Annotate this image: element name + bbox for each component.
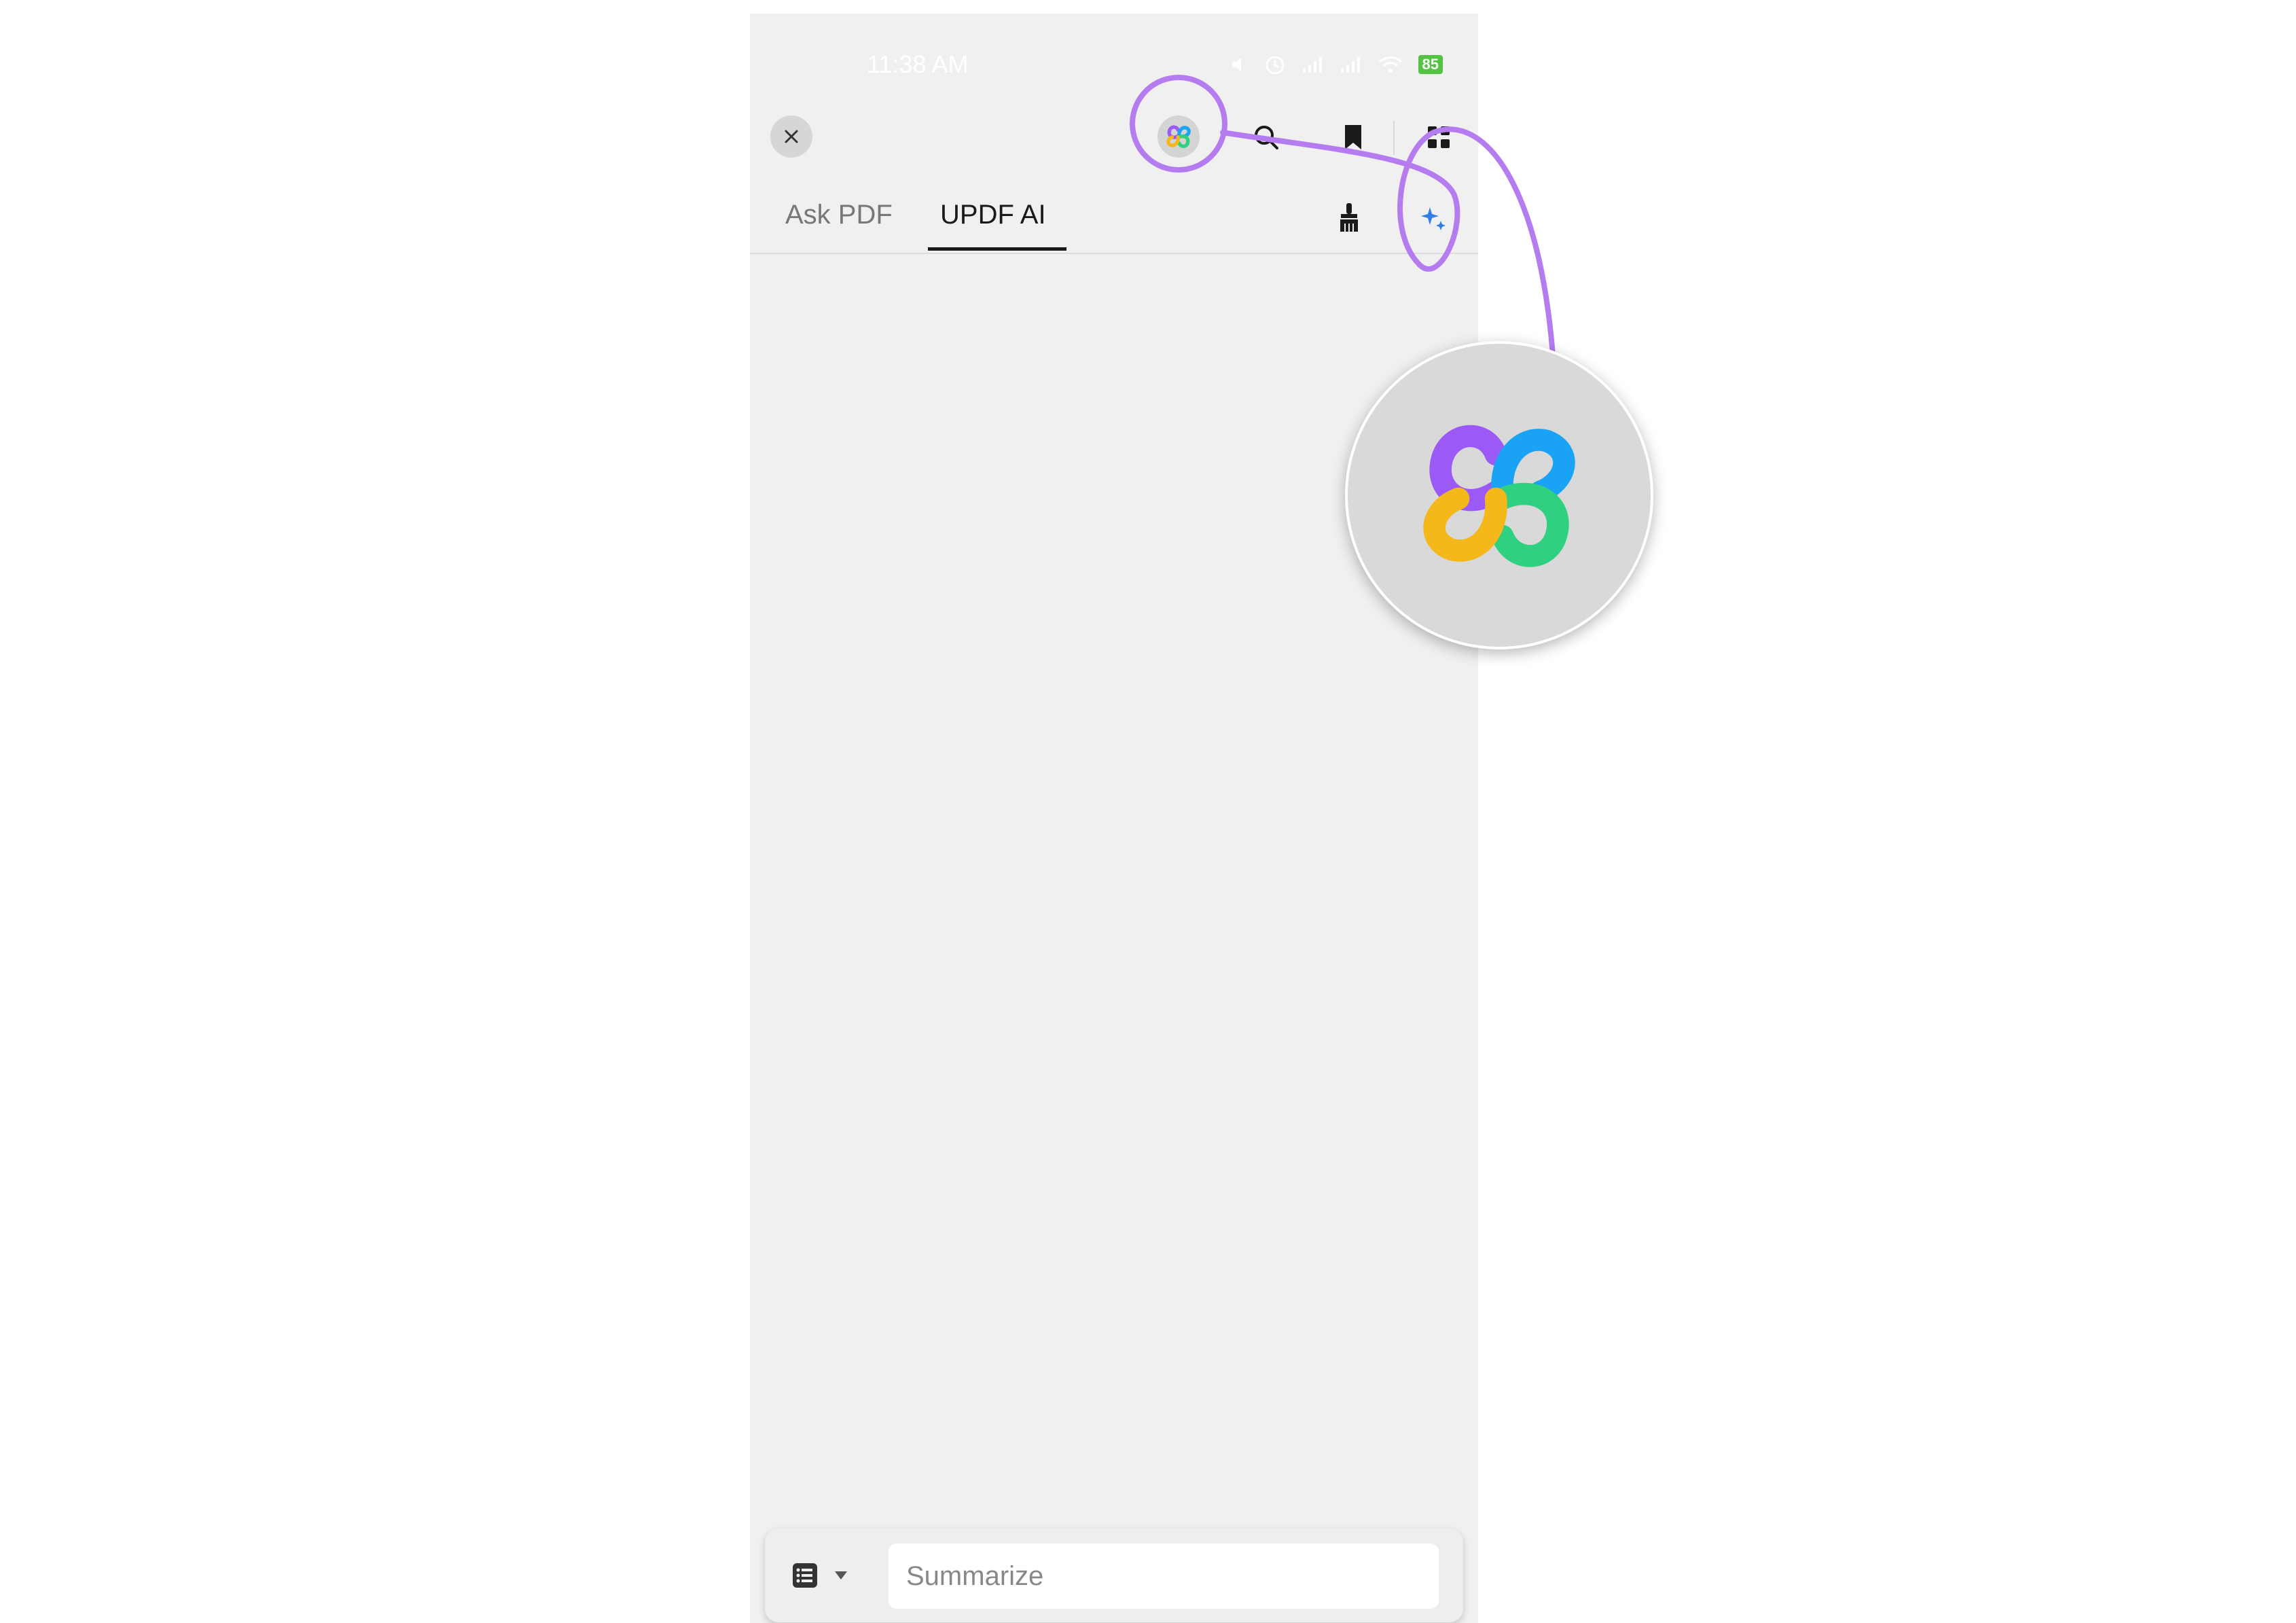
prompt-input[interactable]	[889, 1544, 1439, 1609]
alarm-icon	[1263, 53, 1287, 76]
phone-screen: 11:38 AM 85 Ask PDF UPDF AI Summarize	[750, 14, 1478, 1623]
zoomed-ai-logo	[1345, 341, 1653, 649]
tab-ask-pdf[interactable]: Ask PDF	[785, 200, 893, 230]
battery-icon: 85	[1418, 55, 1443, 74]
status-icons: 85	[1230, 53, 1443, 76]
grid-icon	[1428, 126, 1450, 148]
dropdown-arrow-icon	[835, 1571, 847, 1580]
bookmark-icon	[1345, 125, 1361, 149]
prompt-bar	[765, 1529, 1463, 1622]
status-bar: 11:38 AM 85	[750, 14, 1478, 115]
mute-icon	[1230, 55, 1249, 74]
bookmark-button[interactable]	[1333, 117, 1374, 158]
wifi-icon	[1378, 54, 1403, 75]
list-icon	[793, 1563, 817, 1588]
close-button[interactable]	[770, 115, 812, 158]
ai-tabs: Ask PDF UPDF AI	[750, 190, 1478, 254]
search-button[interactable]	[1246, 117, 1287, 158]
signal-icon	[1302, 55, 1325, 74]
clear-chat-button[interactable]	[1329, 197, 1369, 238]
sparkle-icon	[1421, 207, 1446, 230]
broom-icon	[1340, 203, 1358, 232]
status-time: 11:38 AM	[867, 50, 969, 78]
tab-updf-ai[interactable]: UPDF AI	[940, 200, 1046, 230]
active-tab-indicator	[928, 247, 1066, 251]
toolbar-divider	[1393, 121, 1395, 155]
signal-icon	[1340, 55, 1363, 74]
screenshot-canvas: 11:38 AM 85 Ask PDF UPDF AI Summarize	[0, 0, 2296, 1623]
sparkle-button[interactable]	[1413, 197, 1454, 238]
updf-ai-logo-icon	[1423, 425, 1575, 567]
search-icon	[1255, 126, 1278, 149]
prompt-type-selector[interactable]	[792, 1557, 867, 1594]
close-icon	[785, 130, 798, 143]
updf-ai-button[interactable]	[1158, 115, 1200, 158]
grid-button[interactable]	[1418, 117, 1459, 158]
updf-ai-logo-icon	[1166, 125, 1191, 148]
